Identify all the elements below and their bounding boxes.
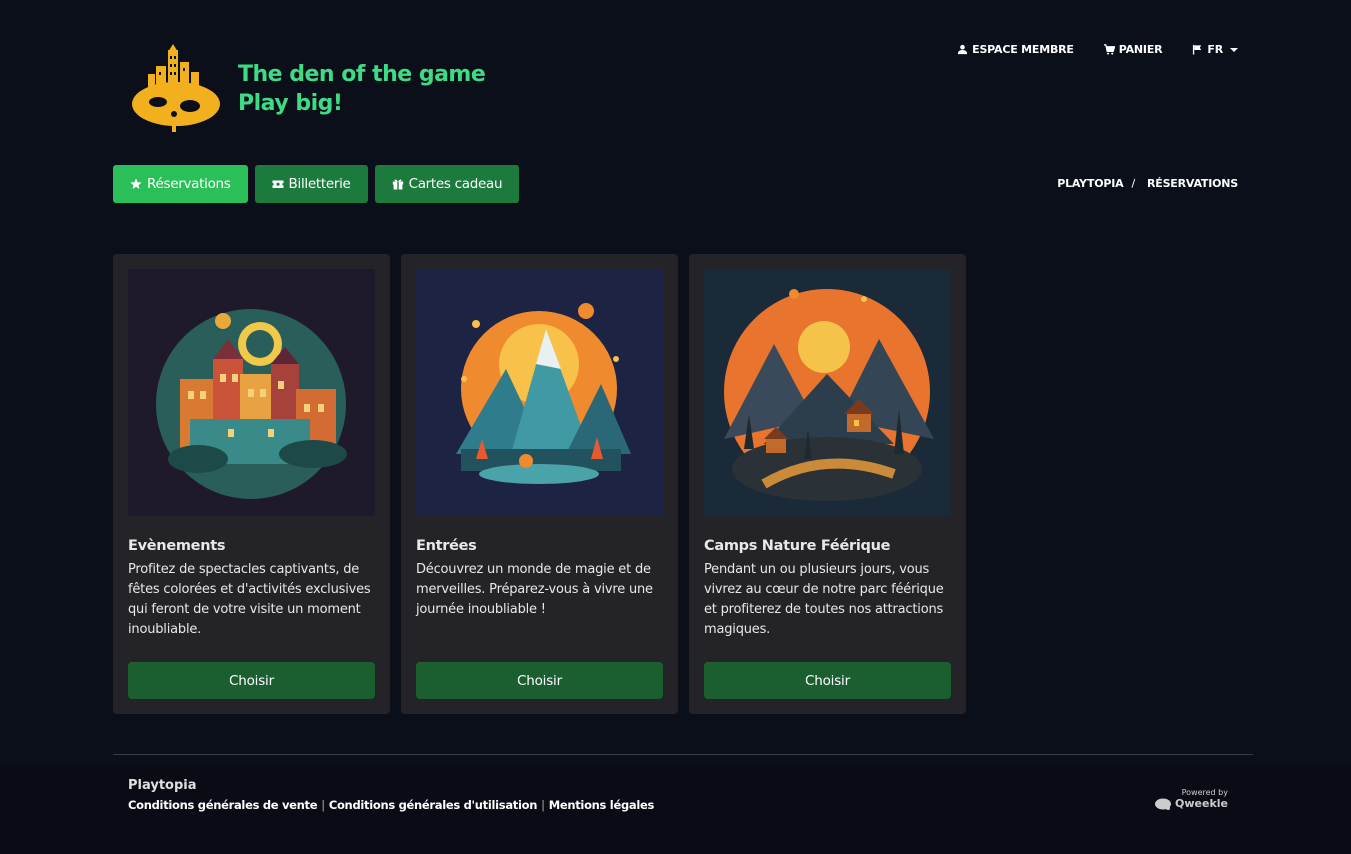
chevron-down-icon (1230, 47, 1238, 52)
card-events-title: Evènements (128, 538, 226, 554)
tab-ticketing-label: Billetterie (288, 176, 351, 192)
tab-gift-cards-label: Cartes cadeau (408, 176, 503, 192)
user-icon (958, 44, 968, 55)
breadcrumb-current: RÉSERVATIONS (1147, 177, 1238, 190)
powered-by-brand: Qweekle (1155, 797, 1228, 810)
card-entries-description: Découvrez un monde de magie et de mervei… (416, 562, 653, 617)
powered-by-brand-name: Qweekle (1175, 797, 1228, 810)
cart-link[interactable]: PANIER (1103, 43, 1163, 56)
breadcrumb: PLAYTOPIA / RÉSERVATIONS (1057, 177, 1238, 190)
qweekle-logo-icon (1155, 798, 1172, 810)
powered-by-label: Powered by (1181, 788, 1228, 797)
section-tabs: Réservations Billetterie Cartes cadeau (113, 165, 520, 203)
tab-reservations[interactable]: Réservations (113, 165, 248, 203)
choose-entries-button[interactable]: Choisir (416, 662, 663, 699)
footer-separator: | (321, 798, 325, 812)
tab-gift-cards[interactable]: Cartes cadeau (374, 165, 520, 203)
member-area-label: ESPACE MEMBRE (972, 43, 1074, 56)
footer-link-terms-of-sale[interactable]: Conditions générales de vente (128, 798, 318, 812)
footer-divider (113, 754, 1253, 755)
tab-reservations-label: Réservations (147, 176, 231, 192)
top-navigation: ESPACE MEMBRE PANIER FR (957, 43, 1238, 56)
entries-illustration (416, 269, 663, 516)
card-events: Evènements Profitez de spectacles captiv… (113, 254, 390, 714)
breadcrumb-separator: / (1131, 177, 1135, 190)
choose-events-button[interactable]: Choisir (128, 662, 375, 699)
ticket-icon (272, 180, 284, 188)
card-entries-title: Entrées (416, 538, 477, 554)
category-cards: Evènements Profitez de spectacles captiv… (113, 254, 966, 714)
card-entries: Entrées Découvrez un monde de magie et d… (401, 254, 678, 714)
card-nature-camps-description: Pendant un ou plusieurs jours, vous vivr… (704, 562, 944, 637)
nature-camps-illustration (704, 269, 951, 516)
footer-link-legal-notice[interactable]: Mentions légales (549, 798, 655, 812)
brand-tagline: The den of the game Play big! (238, 60, 486, 118)
city-gamepad-logo[interactable] (128, 44, 224, 132)
tab-ticketing[interactable]: Billetterie (254, 165, 368, 203)
language-label: FR (1207, 43, 1223, 56)
card-events-description: Profitez de spectacles captivants, de fê… (128, 562, 371, 637)
footer-site-name: Playtopia (128, 778, 197, 793)
breadcrumb-home[interactable]: PLAYTOPIA (1057, 177, 1123, 190)
footer-separator: | (541, 798, 545, 812)
tagline-line1: The den of the game (238, 62, 486, 87)
flag-icon (1193, 44, 1202, 55)
star-icon (130, 178, 142, 189)
card-nature-camps: Camps Nature Féérique Pendant un ou plus… (689, 254, 966, 714)
powered-by-badge[interactable]: Powered by Qweekle (1155, 788, 1228, 810)
member-area-link[interactable]: ESPACE MEMBRE (957, 43, 1074, 56)
language-dropdown[interactable]: FR (1192, 43, 1238, 56)
footer-links: Conditions générales de vente | Conditio… (128, 798, 654, 812)
gift-icon (392, 179, 403, 190)
choose-nature-camps-button[interactable]: Choisir (704, 662, 951, 699)
card-nature-camps-title: Camps Nature Féérique (704, 538, 891, 554)
footer: Playtopia Conditions générales de vente … (0, 767, 1351, 854)
cart-icon (1103, 44, 1115, 55)
footer-link-terms-of-use[interactable]: Conditions générales d'utilisation (329, 798, 538, 812)
tagline-line2: Play big! (238, 91, 343, 116)
cart-label: PANIER (1118, 43, 1163, 56)
events-illustration (128, 269, 375, 516)
